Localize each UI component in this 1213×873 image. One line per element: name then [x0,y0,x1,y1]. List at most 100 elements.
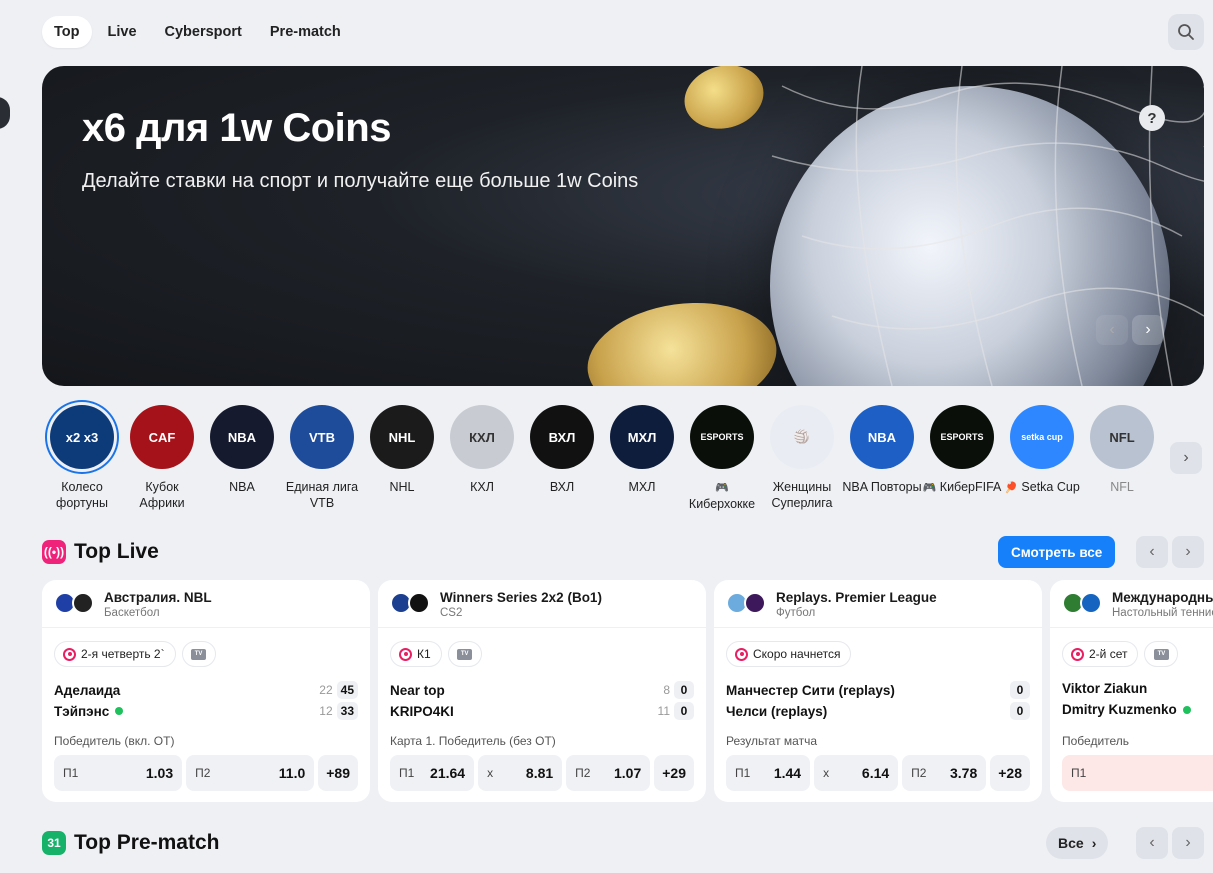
match-card[interactable]: Replays. Premier League Футбол Скоро начне… [714,580,1042,802]
category-item[interactable]: МХЛ МХЛ [602,405,682,512]
match-card[interactable]: Winners Series 2x2 (Bo1) CS2 К1 TV Near top 8… [378,580,706,802]
banner-next-button[interactable]: › [1132,315,1164,345]
odds-button[interactable]: П16.4 [1062,755,1213,791]
categories-next-button[interactable]: › [1170,442,1202,474]
category-logo-icon: VTB [290,405,354,469]
category-label: NFL [1110,479,1134,495]
league-info: Replays. Premier League Футбол [770,590,937,619]
match-card[interactable]: Международные Настольный теннис 2-й сет TV V… [1050,580,1213,802]
category-item[interactable]: VTB Единая лига VTB [282,405,362,512]
live-prev-button[interactable]: ‹ [1136,536,1168,568]
team-logos [726,592,766,614]
category-logo-icon: setka cup [1010,405,1074,469]
odds-outcome: П1 [399,766,415,780]
category-label-text: Колесо фортуны [56,480,108,510]
odds-button[interactable]: x 6.14 [814,755,899,791]
odds-button[interactable]: П2 1.07 [566,755,651,791]
odds-outcome: П1 [735,766,751,780]
category-item[interactable]: NBA NBA Повторы [842,405,922,512]
category-label: МХЛ [629,479,656,495]
odds-button[interactable]: П1 21.64 [390,755,475,791]
odds-value: 21.64 [430,765,466,781]
odds-button[interactable]: x 8.81 [478,755,563,791]
category-logo-icon: NHL [370,405,434,469]
tab-live[interactable]: Live [96,16,149,48]
category-label: NBA Повторы [842,479,921,495]
team-row: Манчестер Сити (replays) 0 [726,681,1030,699]
more-markets-button[interactable]: +89 [318,755,358,791]
tv-button[interactable]: TV [447,641,482,667]
league-name: Международные [1112,590,1213,605]
team-row: KRIPO4KI 11 0 [390,702,694,720]
help-button[interactable]: ? [1139,105,1165,131]
odds-button[interactable]: П1 1.44 [726,755,811,791]
sport-name: Баскетбол [104,607,160,619]
market-name: Результат матча [726,734,817,748]
category-item[interactable]: NBA NBA [202,405,282,512]
status-row: Скоро начнется [726,641,852,667]
category-label: Кубок Африки [122,479,202,511]
tab-prematch[interactable]: Pre-match [258,16,353,48]
match-status-text: К1 [417,647,431,661]
match-card[interactable]: Австралия. NBL Баскетбол 2-я четверть 2` TV… [42,580,370,802]
period-score: 22 [319,683,333,697]
category-item[interactable]: x2 x3 Колесо фортуны [42,405,122,512]
category-item[interactable]: setka cup 🏓 Setka Cup [1002,405,1082,512]
tv-button[interactable]: TV [1144,641,1179,667]
category-item[interactable]: NHL NHL [362,405,442,512]
odds-value: 1.03 [145,765,174,781]
category-label: Единая лига VTB [282,479,362,511]
team-name-text: Манчестер Сити (replays) [726,682,895,698]
banner-prev-button[interactable]: ‹ [1096,315,1128,345]
odds-button[interactable]: П2 3.78 [902,755,987,791]
category-item[interactable]: 🏐 Женщины Суперлига [762,405,842,512]
league-info: Winners Series 2x2 (Bo1) CS2 [434,590,602,619]
team-name: Viktor Ziakun [1062,681,1213,696]
prematch-next-button[interactable]: › [1172,827,1204,859]
all-prematch-button[interactable]: Все › [1046,827,1109,859]
calendar-icon: 31 [42,831,66,855]
match-status-text: 2-я четверть 2` [81,647,165,661]
match-card-header: Winners Series 2x2 (Bo1) CS2 [378,580,706,628]
live-icon [1071,647,1084,661]
category-label: 🏓 Setka Cup [1004,479,1080,496]
odds-button[interactable]: П1 1.03 [54,755,183,791]
tab-cybersport[interactable]: Cybersport [153,16,254,48]
category-badge-icon: 🎮 [922,482,937,494]
team-name: Тэйпэнс [54,704,311,719]
match-card-header: Replays. Premier League Футбол [714,580,1042,628]
odds-button[interactable]: П2 11.0 [186,755,315,791]
search-button[interactable] [1168,14,1204,50]
total-score: 0 [674,681,694,699]
odds-outcome: П1 [63,766,79,780]
market-name: Карта 1. Победитель (без ОТ) [390,734,556,748]
category-item[interactable]: ВХЛ ВХЛ [522,405,602,512]
odds-value: 1.07 [613,765,642,781]
category-item[interactable]: ESPORTS 🎮 КиберFIFA [922,405,1002,512]
team-name: Манчестер Сити (replays) [726,683,1010,698]
more-markets-button[interactable]: +29 [654,755,694,791]
live-next-button[interactable]: › [1172,536,1204,568]
category-item[interactable]: КХЛ КХЛ [442,405,522,512]
odds-value: 8.81 [525,765,554,781]
odds-row: П1 1.44 x 6.14 П2 3.78 +28 [726,755,1030,791]
prematch-prev-button[interactable]: ‹ [1136,827,1168,859]
category-item[interactable]: NFL NFL [1082,405,1162,512]
category-logo-icon: NFL [1090,405,1154,469]
category-logo-icon: ESPORTS [930,405,994,469]
live-icon [63,647,76,661]
tv-icon: TV [191,648,207,660]
tab-top[interactable]: Top [42,16,92,48]
top-prematch-title: Top Pre-match [74,831,220,854]
see-all-button[interactable]: Смотреть все [998,536,1116,568]
category-label: КХЛ [470,479,494,495]
tv-button[interactable]: TV [181,641,216,667]
top-live-header: ((•)) Top Live [42,540,159,564]
category-item[interactable]: CAF Кубок Африки [122,405,202,512]
odds-value: 11.0 [278,765,306,781]
category-item[interactable]: ESPORTS 🎮 Киберхокке [682,405,762,512]
sidebar-toggle[interactable] [0,97,10,129]
category-carousel: x2 x3 Колесо фортуны CAF Кубок Африки NBA NBA… [42,405,1162,512]
more-markets-button[interactable]: +28 [990,755,1030,791]
promo-banner[interactable]: x6 для 1w Coins Делайте ставки на спорт … [42,66,1204,386]
